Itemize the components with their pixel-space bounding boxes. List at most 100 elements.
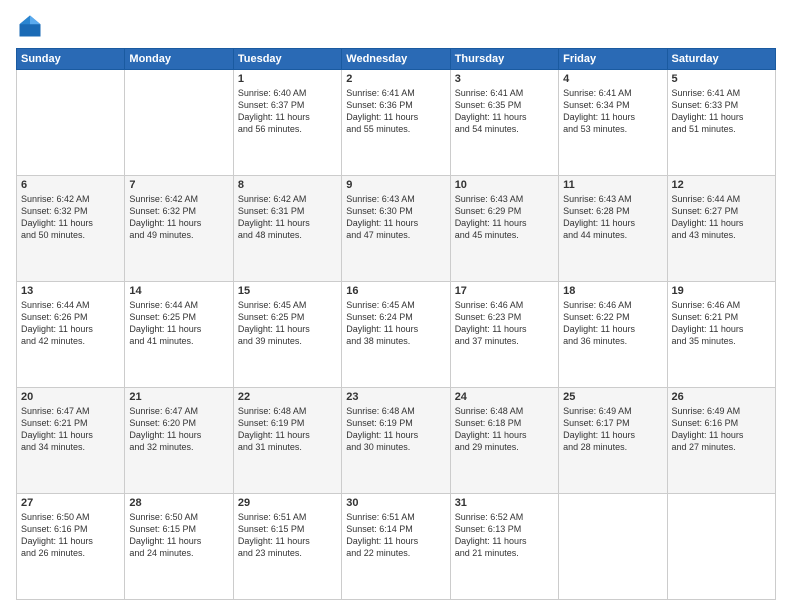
day-number: 8 <box>238 179 337 191</box>
day-number: 24 <box>455 391 554 403</box>
day-number: 5 <box>672 73 771 85</box>
calendar-week-row: 6 Sunrise: 6:42 AM Sunset: 6:32 PM Daylig… <box>17 176 776 282</box>
calendar-cell: 1 Sunrise: 6:40 AM Sunset: 6:37 PM Daylig… <box>233 70 341 176</box>
calendar-day-header: Tuesday <box>233 49 341 70</box>
calendar-day-header: Wednesday <box>342 49 450 70</box>
logo-icon <box>16 12 44 40</box>
day-info: Sunrise: 6:45 AM Sunset: 6:25 PM Dayligh… <box>238 299 337 348</box>
day-info: Sunrise: 6:48 AM Sunset: 6:19 PM Dayligh… <box>238 405 337 454</box>
day-info: Sunrise: 6:47 AM Sunset: 6:20 PM Dayligh… <box>129 405 228 454</box>
day-info: Sunrise: 6:42 AM Sunset: 6:32 PM Dayligh… <box>21 193 120 242</box>
calendar-cell: 13Sunrise: 6:44 AM Sunset: 6:26 PM Dayli… <box>17 282 125 388</box>
calendar-cell: 15Sunrise: 6:45 AM Sunset: 6:25 PM Dayli… <box>233 282 341 388</box>
calendar-cell: 12Sunrise: 6:44 AM Sunset: 6:27 PM Dayli… <box>667 176 775 282</box>
calendar-cell: 6 Sunrise: 6:42 AM Sunset: 6:32 PM Daylig… <box>17 176 125 282</box>
calendar-header-row: SundayMondayTuesdayWednesdayThursdayFrid… <box>17 49 776 70</box>
logo <box>16 12 48 40</box>
day-number: 29 <box>238 497 337 509</box>
calendar-cell: 11 Sunrise: 6:43 AM Sunset: 6:28 PM Dayli… <box>559 176 667 282</box>
day-info: Sunrise: 6:43 AM Sunset: 6:30 PM Dayligh… <box>346 193 445 242</box>
calendar-cell: 20 Sunrise: 6:47 AM Sunset: 6:21 PM Dayli… <box>17 388 125 494</box>
calendar-cell: 5 Sunrise: 6:41 AM Sunset: 6:33 PM Daylig… <box>667 70 775 176</box>
calendar-cell: 23 Sunrise: 6:48 AM Sunset: 6:19 PM Dayli… <box>342 388 450 494</box>
day-number: 4 <box>563 73 662 85</box>
calendar-cell <box>125 70 233 176</box>
day-number: 10 <box>455 179 554 191</box>
day-info: Sunrise: 6:46 AM Sunset: 6:22 PM Dayligh… <box>563 299 662 348</box>
day-info: Sunrise: 6:42 AM Sunset: 6:31 PM Dayligh… <box>238 193 337 242</box>
calendar-cell: 30 Sunrise: 6:51 AM Sunset: 6:14 PM Dayli… <box>342 494 450 600</box>
day-info: Sunrise: 6:48 AM Sunset: 6:19 PM Dayligh… <box>346 405 445 454</box>
calendar-week-row: 20 Sunrise: 6:47 AM Sunset: 6:21 PM Dayli… <box>17 388 776 494</box>
day-number: 9 <box>346 179 445 191</box>
calendar-week-row: 13Sunrise: 6:44 AM Sunset: 6:26 PM Dayli… <box>17 282 776 388</box>
calendar-cell: 2 Sunrise: 6:41 AM Sunset: 6:36 PM Daylig… <box>342 70 450 176</box>
calendar-cell: 21 Sunrise: 6:47 AM Sunset: 6:20 PM Dayli… <box>125 388 233 494</box>
page: SundayMondayTuesdayWednesdayThursdayFrid… <box>0 0 792 612</box>
day-number: 23 <box>346 391 445 403</box>
day-info: Sunrise: 6:40 AM Sunset: 6:37 PM Dayligh… <box>238 87 337 136</box>
day-info: Sunrise: 6:41 AM Sunset: 6:33 PM Dayligh… <box>672 87 771 136</box>
day-number: 12 <box>672 179 771 191</box>
calendar-cell: 3 Sunrise: 6:41 AM Sunset: 6:35 PM Daylig… <box>450 70 558 176</box>
calendar-cell: 27 Sunrise: 6:50 AM Sunset: 6:16 PM Dayli… <box>17 494 125 600</box>
day-info: Sunrise: 6:51 AM Sunset: 6:15 PM Dayligh… <box>238 511 337 560</box>
day-number: 17 <box>455 285 554 297</box>
day-number: 20 <box>21 391 120 403</box>
calendar-cell: 18 Sunrise: 6:46 AM Sunset: 6:22 PM Dayli… <box>559 282 667 388</box>
header <box>16 12 776 40</box>
day-info: Sunrise: 6:48 AM Sunset: 6:18 PM Dayligh… <box>455 405 554 454</box>
calendar-day-header: Monday <box>125 49 233 70</box>
day-info: Sunrise: 6:49 AM Sunset: 6:16 PM Dayligh… <box>672 405 771 454</box>
calendar-week-row: 27 Sunrise: 6:50 AM Sunset: 6:16 PM Dayli… <box>17 494 776 600</box>
day-number: 16 <box>346 285 445 297</box>
calendar-cell: 28Sunrise: 6:50 AM Sunset: 6:15 PM Dayli… <box>125 494 233 600</box>
day-number: 26 <box>672 391 771 403</box>
day-number: 7 <box>129 179 228 191</box>
calendar-day-header: Friday <box>559 49 667 70</box>
day-info: Sunrise: 6:43 AM Sunset: 6:28 PM Dayligh… <box>563 193 662 242</box>
day-info: Sunrise: 6:46 AM Sunset: 6:21 PM Dayligh… <box>672 299 771 348</box>
day-info: Sunrise: 6:47 AM Sunset: 6:21 PM Dayligh… <box>21 405 120 454</box>
calendar-cell: 4Sunrise: 6:41 AM Sunset: 6:34 PM Daylig… <box>559 70 667 176</box>
calendar-cell: 7Sunrise: 6:42 AM Sunset: 6:32 PM Daylig… <box>125 176 233 282</box>
day-info: Sunrise: 6:50 AM Sunset: 6:16 PM Dayligh… <box>21 511 120 560</box>
day-info: Sunrise: 6:41 AM Sunset: 6:36 PM Dayligh… <box>346 87 445 136</box>
calendar-table: SundayMondayTuesdayWednesdayThursdayFrid… <box>16 48 776 600</box>
day-number: 13 <box>21 285 120 297</box>
day-info: Sunrise: 6:44 AM Sunset: 6:25 PM Dayligh… <box>129 299 228 348</box>
day-number: 2 <box>346 73 445 85</box>
calendar-cell: 29 Sunrise: 6:51 AM Sunset: 6:15 PM Dayli… <box>233 494 341 600</box>
calendar-cell: 9 Sunrise: 6:43 AM Sunset: 6:30 PM Daylig… <box>342 176 450 282</box>
calendar-cell <box>667 494 775 600</box>
calendar-day-header: Saturday <box>667 49 775 70</box>
calendar-cell: 10 Sunrise: 6:43 AM Sunset: 6:29 PM Dayli… <box>450 176 558 282</box>
day-info: Sunrise: 6:50 AM Sunset: 6:15 PM Dayligh… <box>129 511 228 560</box>
day-number: 3 <box>455 73 554 85</box>
day-info: Sunrise: 6:46 AM Sunset: 6:23 PM Dayligh… <box>455 299 554 348</box>
calendar-cell: 19Sunrise: 6:46 AM Sunset: 6:21 PM Dayli… <box>667 282 775 388</box>
day-info: Sunrise: 6:51 AM Sunset: 6:14 PM Dayligh… <box>346 511 445 560</box>
day-number: 18 <box>563 285 662 297</box>
calendar-cell: 17 Sunrise: 6:46 AM Sunset: 6:23 PM Dayli… <box>450 282 558 388</box>
day-info: Sunrise: 6:43 AM Sunset: 6:29 PM Dayligh… <box>455 193 554 242</box>
day-number: 11 <box>563 179 662 191</box>
day-number: 21 <box>129 391 228 403</box>
day-number: 1 <box>238 73 337 85</box>
calendar-cell: 26 Sunrise: 6:49 AM Sunset: 6:16 PM Dayli… <box>667 388 775 494</box>
day-number: 14 <box>129 285 228 297</box>
calendar-day-header: Thursday <box>450 49 558 70</box>
calendar-cell: 22 Sunrise: 6:48 AM Sunset: 6:19 PM Dayli… <box>233 388 341 494</box>
calendar-day-header: Sunday <box>17 49 125 70</box>
day-number: 6 <box>21 179 120 191</box>
day-info: Sunrise: 6:45 AM Sunset: 6:24 PM Dayligh… <box>346 299 445 348</box>
calendar-week-row: 1 Sunrise: 6:40 AM Sunset: 6:37 PM Daylig… <box>17 70 776 176</box>
calendar-cell: 24 Sunrise: 6:48 AM Sunset: 6:18 PM Dayli… <box>450 388 558 494</box>
day-number: 22 <box>238 391 337 403</box>
calendar-cell <box>17 70 125 176</box>
day-info: Sunrise: 6:41 AM Sunset: 6:35 PM Dayligh… <box>455 87 554 136</box>
day-number: 27 <box>21 497 120 509</box>
day-info: Sunrise: 6:49 AM Sunset: 6:17 PM Dayligh… <box>563 405 662 454</box>
day-number: 30 <box>346 497 445 509</box>
calendar-cell: 31Sunrise: 6:52 AM Sunset: 6:13 PM Dayli… <box>450 494 558 600</box>
